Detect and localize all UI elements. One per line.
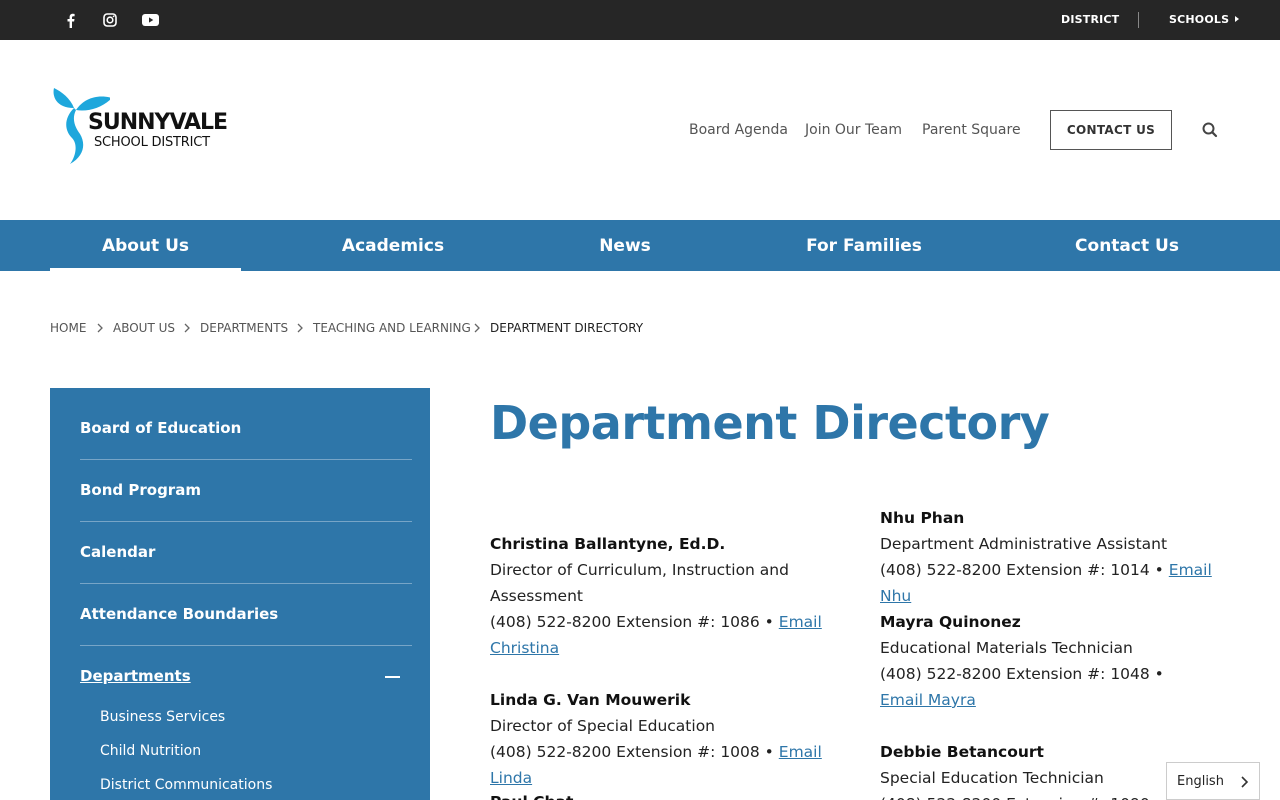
nav-contact-us[interactable]: Contact Us — [1052, 220, 1202, 271]
language-label: English — [1177, 773, 1224, 789]
district-link[interactable]: DISTRICT — [1061, 0, 1119, 40]
youtube-icon[interactable] — [140, 0, 160, 40]
sidebar-item-calendar[interactable]: Calendar — [80, 542, 412, 562]
sidebar-divider — [80, 645, 412, 646]
person-title: Educational Materials Technician — [880, 639, 1133, 657]
person-name: Debbie Betancourt — [880, 743, 1044, 761]
sidebar-divider — [80, 459, 412, 460]
nav-academics[interactable]: Academics — [300, 220, 486, 271]
parent-square-link[interactable]: Parent Square — [922, 120, 1021, 140]
person-name: Mayra Quinonez — [880, 613, 1021, 631]
chevron-right-icon — [1241, 776, 1249, 788]
instagram-icon[interactable] — [100, 0, 120, 40]
logo-subtitle: SCHOOL DISTRICT — [94, 135, 210, 150]
top-utility-bar: DISTRICT SCHOOLS — [0, 0, 1280, 40]
sidebar-subitem-district-communications[interactable]: District Communications — [100, 776, 272, 794]
sidebar-divider — [80, 583, 412, 584]
person-phone: (408) 522-8200 Extension #: 1048 • — [880, 665, 1164, 683]
contact-us-button[interactable]: CONTACT US — [1050, 110, 1172, 150]
person-phone: (408) 522-8200 Extension #: 1090 — [880, 791, 1180, 800]
search-icon[interactable] — [1201, 121, 1219, 139]
sidebar-item-bond-program[interactable]: Bond Program — [80, 480, 412, 500]
schools-label: SCHOOLS — [1169, 13, 1230, 26]
facebook-icon[interactable] — [60, 0, 80, 40]
person-title: Director of Curriculum, Instruction and — [490, 561, 789, 579]
person-name: Christina Ballantyne, Ed.D. — [490, 535, 726, 553]
chevron-right-icon — [474, 323, 480, 333]
schools-menu[interactable]: SCHOOLS — [1169, 0, 1240, 40]
chevron-right-icon — [97, 323, 103, 333]
person-title: Director of Special Education — [490, 717, 715, 735]
breadcrumb-home[interactable]: HOME — [50, 320, 86, 336]
email-link[interactable]: Email — [779, 613, 822, 631]
chevron-right-icon — [297, 323, 303, 333]
main-navigation: About Us Academics News For Families Con… — [0, 220, 1280, 271]
board-agenda-link[interactable]: Board Agenda — [689, 120, 788, 140]
person-title: Special Education Technician — [880, 769, 1104, 787]
breadcrumb-departments[interactable]: DEPARTMENTS — [200, 320, 288, 336]
nav-about-us[interactable]: About Us — [50, 220, 241, 271]
person-name: Nhu Phan — [880, 509, 965, 527]
chevron-right-icon — [184, 323, 190, 333]
district-logo[interactable]: SUNNYVALE SCHOOL DISTRICT — [50, 86, 240, 166]
directory-entry-partial: Paul Chat — [490, 789, 573, 800]
sidebar-item-board-of-education[interactable]: Board of Education — [80, 418, 412, 438]
logo-title: SUNNYVALE — [88, 110, 228, 135]
breadcrumb-teaching-and-learning[interactable]: TEACHING AND LEARNING — [313, 320, 471, 336]
caret-right-icon — [1235, 16, 1240, 22]
directory-entry: Nhu Phan Department Administrative Assis… — [880, 505, 1240, 609]
email-link-continued[interactable]: Christina — [490, 639, 559, 657]
person-phone: (408) 522-8200 Extension #: 1008 • — [490, 743, 774, 761]
sidebar-divider — [80, 521, 412, 522]
breadcrumb-about-us[interactable]: ABOUT US — [113, 320, 175, 336]
person-title: Department Administrative Assistant — [880, 535, 1168, 553]
directory-entry: Christina Ballantyne, Ed.D. Director of … — [490, 531, 850, 661]
breadcrumb-current: DEPARTMENT DIRECTORY — [490, 321, 644, 335]
person-phone: (408) 522-8200 Extension #: 1014 • — [880, 561, 1164, 579]
language-selector[interactable]: English — [1166, 762, 1260, 800]
page-title: Department Directory — [490, 396, 1050, 450]
sidebar-navigation — [50, 388, 430, 800]
directory-entry: Linda G. Van Mouwerik Director of Specia… — [490, 687, 860, 791]
collapse-minus-icon[interactable] — [385, 676, 400, 678]
nav-active-underline — [50, 268, 241, 271]
person-title-continued: Assessment — [490, 587, 583, 605]
sidebar-subitem-business-services[interactable]: Business Services — [100, 708, 225, 726]
utility-divider — [1138, 12, 1139, 28]
sidebar-item-attendance-boundaries[interactable]: Attendance Boundaries — [80, 604, 412, 624]
sidebar-subitem-child-nutrition[interactable]: Child Nutrition — [100, 742, 201, 760]
person-name: Paul Chat — [490, 789, 573, 800]
nav-news[interactable]: News — [560, 220, 690, 271]
sidebar-item-departments[interactable]: Departments — [80, 666, 191, 686]
person-name: Linda G. Van Mouwerik — [490, 691, 691, 709]
person-phone: (408) 522-8200 Extension #: 1086 • — [490, 613, 774, 631]
email-link[interactable]: Email Mayra — [880, 691, 976, 709]
nav-for-families[interactable]: For Families — [780, 220, 948, 271]
directory-entry: Debbie Betancourt Special Education Tech… — [880, 739, 1180, 800]
join-our-team-link[interactable]: Join Our Team — [805, 120, 902, 140]
directory-entry: Mayra Quinonez Educational Materials Tec… — [880, 609, 1180, 713]
